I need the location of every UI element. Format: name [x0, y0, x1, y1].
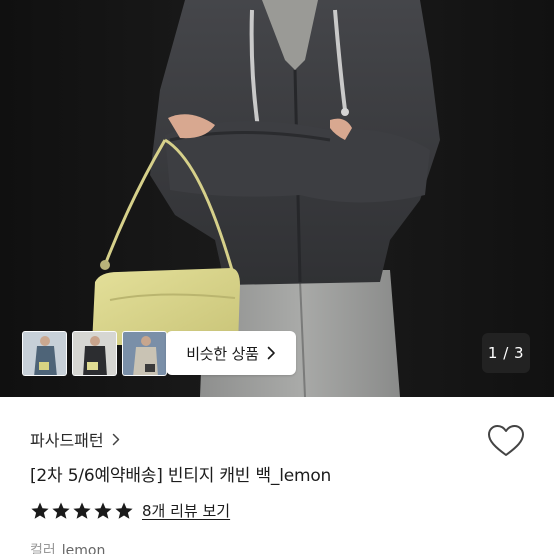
product-title: [2차 5/6예약배송] 빈티지 캐빈 백_lemon	[30, 466, 332, 486]
shop-link[interactable]: 파사드패턴	[30, 427, 120, 451]
product-info: 파사드패턴 [2차 5/6예약배송] 빈티지 캐빈 백_lemon 8개 리뷰 …	[0, 397, 554, 554]
color-label: 컬러	[30, 543, 56, 554]
rating-stars	[30, 501, 134, 521]
color-value: lemon	[61, 543, 106, 554]
product-image-carousel[interactable]: 비슷한 상품 1 / 3	[0, 0, 554, 397]
chevron-right-icon	[267, 346, 275, 360]
pager-text: 1 / 3	[487, 344, 525, 362]
heart-icon	[488, 425, 524, 456]
thumbnail-3[interactable]	[122, 331, 167, 376]
review-link[interactable]: 8개 리뷰 보기	[142, 500, 230, 521]
star-icon	[94, 502, 112, 519]
image-pager: 1 / 3	[482, 333, 530, 373]
rating-row: 8개 리뷰 보기	[30, 500, 230, 521]
chevron-right-icon	[112, 433, 119, 445]
thumbnail-1[interactable]	[22, 331, 67, 376]
shop-name: 파사드패턴	[30, 431, 104, 450]
star-icon	[52, 502, 70, 519]
star-icon	[115, 502, 133, 519]
star-icon	[73, 502, 91, 519]
star-icon	[31, 502, 49, 519]
like-button[interactable]	[487, 424, 525, 458]
similar-products-label: 비슷한 상품	[186, 344, 259, 363]
thumbnail-2[interactable]	[72, 331, 117, 376]
thumbnail-strip	[22, 331, 167, 376]
similar-products-button[interactable]: 비슷한 상품	[166, 331, 296, 375]
color-option: 컬러 lemon	[30, 540, 105, 554]
